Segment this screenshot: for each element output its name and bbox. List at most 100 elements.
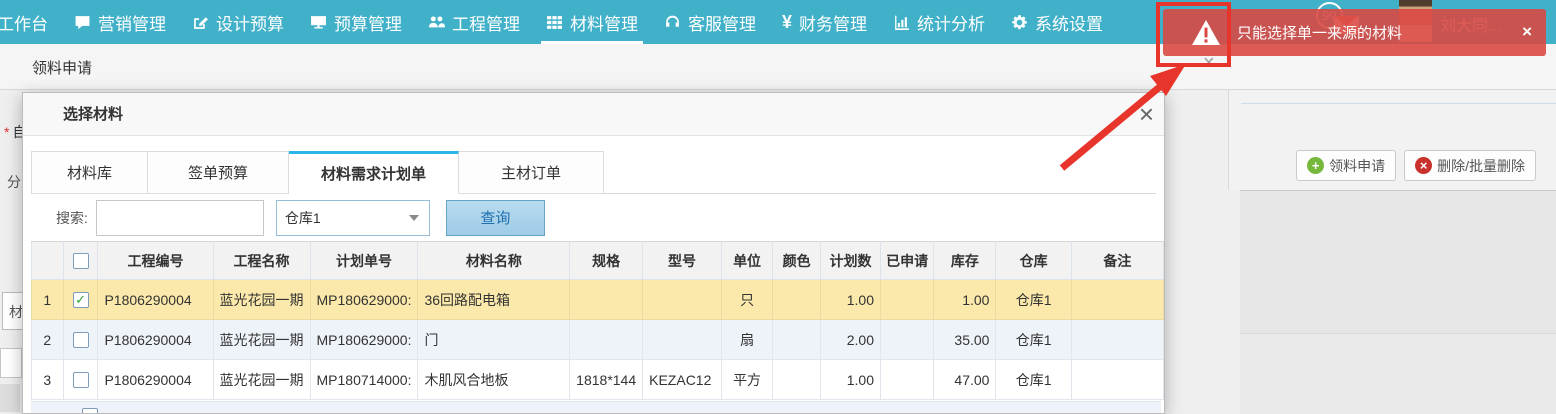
nav-item-label: 设计预算 bbox=[216, 10, 284, 35]
nav-item-customer-service[interactable]: 客服管理 bbox=[651, 0, 769, 44]
row-checkbox[interactable] bbox=[82, 408, 98, 414]
nav-item-budget[interactable]: 预算管理 bbox=[297, 0, 415, 44]
query-button[interactable]: 查询 bbox=[446, 200, 545, 236]
table-header-cell: 工程名称 bbox=[213, 242, 310, 280]
annotation-highlight-box bbox=[1156, 2, 1231, 67]
nav-item-label: 客服管理 bbox=[688, 10, 756, 35]
table-cell: 只 bbox=[721, 280, 772, 320]
table-cell: 1.00 bbox=[934, 280, 996, 320]
table-cell bbox=[773, 320, 821, 360]
toast-close-icon[interactable]: × bbox=[1522, 22, 1532, 42]
gear-icon bbox=[1011, 14, 1028, 31]
required-star: * bbox=[4, 124, 9, 140]
nav-item-engineering[interactable]: 工程管理 bbox=[415, 0, 533, 44]
row-checkbox[interactable]: ✓ bbox=[73, 292, 89, 308]
dialog-tab-3[interactable]: 主材订单 bbox=[459, 151, 604, 194]
table-row[interactable]: 1✓P1806290004蓝光花园一期MP180629000:36回路配电箱只1… bbox=[32, 280, 1164, 320]
row-checkbox[interactable] bbox=[73, 332, 89, 348]
dialog-tab-0[interactable]: 材料库 bbox=[31, 151, 148, 194]
nav-item-label: 财务管理 bbox=[799, 10, 867, 35]
search-label: 搜索: bbox=[56, 208, 88, 228]
dialog-close-icon[interactable]: × bbox=[1139, 101, 1154, 127]
nav-item-design-budget[interactable]: 设计预算 bbox=[179, 0, 297, 44]
material-request-button[interactable]: + 领料申请 bbox=[1296, 150, 1396, 181]
chat-icon bbox=[74, 14, 91, 31]
background-grid-area bbox=[1240, 190, 1556, 414]
warehouse-select[interactable]: 仓库1 bbox=[276, 200, 430, 236]
delete-batch-button-label: 删除/批量删除 bbox=[1437, 156, 1525, 176]
table-cell bbox=[881, 280, 934, 320]
nav-item-materials[interactable]: 材料管理 bbox=[533, 0, 651, 44]
table-cell: 蓝光花园一期 bbox=[213, 320, 310, 360]
table-cell: 仓库1 bbox=[996, 320, 1071, 360]
col-select-all bbox=[63, 242, 98, 280]
monitor-icon bbox=[310, 14, 327, 31]
table-cell: 1.00 bbox=[821, 360, 881, 400]
row-checkbox-cell bbox=[63, 360, 98, 400]
nav-item-finance[interactable]: ¥ 财务管理 bbox=[769, 0, 880, 44]
table-cell: MP180629000: bbox=[310, 280, 418, 320]
nav-item-label: 工程管理 bbox=[452, 10, 520, 35]
table-cell: P1806290004 bbox=[98, 360, 213, 400]
table-cell: MP180629000: bbox=[310, 320, 418, 360]
nav-item-settings[interactable]: 系统设置 bbox=[998, 0, 1116, 44]
nav-item-label: 营销管理 bbox=[98, 10, 166, 35]
table-header-cell: 计划单号 bbox=[310, 242, 418, 280]
table-cell: 木肌风合地板 bbox=[418, 360, 570, 400]
col-row-number bbox=[32, 242, 64, 280]
nav-item-marketing[interactable]: 营销管理 bbox=[61, 0, 179, 44]
table-cell: P1806290004 bbox=[98, 320, 213, 360]
table-cell: 2.00 bbox=[821, 320, 881, 360]
table-header-row: 工程编号工程名称计划单号材料名称规格型号单位颜色计划数已申请库存仓库备注 bbox=[32, 242, 1164, 280]
table-cell bbox=[773, 280, 821, 320]
table-cell: KEZAC12 bbox=[643, 360, 722, 400]
divider bbox=[1241, 103, 1556, 104]
table-header-cell: 已申请 bbox=[881, 242, 934, 280]
row-checkbox[interactable] bbox=[73, 372, 89, 388]
search-row: 搜索: 仓库1 查询 bbox=[31, 194, 1156, 241]
nav-item-label: 预算管理 bbox=[334, 10, 402, 35]
table-header-cell: 规格 bbox=[570, 242, 643, 280]
nav-item-statistics[interactable]: 统计分析 bbox=[880, 0, 998, 44]
background-toolbar-area: + 领料申请 × 删除/批量删除 bbox=[1228, 90, 1556, 190]
edit-icon bbox=[192, 14, 209, 31]
nav-menu: 工作台 营销管理 设计预算 预算管理 工程管理材料管理 客服管理 ¥ 财务管理统计分析系统设置 bbox=[0, 0, 1116, 44]
table-row[interactable]: 3P1806290004蓝光花园一期MP180714000:木肌风合地板1818… bbox=[32, 360, 1164, 400]
chevron-down-icon bbox=[409, 215, 419, 221]
nav-item-label: 工作台 bbox=[0, 10, 48, 35]
table-row-partial bbox=[31, 401, 1161, 414]
table-header-cell: 颜色 bbox=[773, 242, 821, 280]
table-header-cell: 型号 bbox=[643, 242, 722, 280]
table-row[interactable]: 2P1806290004蓝光花园一期MP180629000:门扇2.0035.0… bbox=[32, 320, 1164, 360]
select-material-dialog: 选择材料 × 材料库签单预算材料需求计划单主材订单 搜索: 仓库1 查询 工程编… bbox=[22, 92, 1165, 414]
dialog-tab-1[interactable]: 签单预算 bbox=[148, 151, 289, 194]
table-cell bbox=[643, 320, 722, 360]
delete-batch-button[interactable]: × 删除/批量删除 bbox=[1404, 150, 1536, 181]
table-cell: 35.00 bbox=[934, 320, 996, 360]
table-cell bbox=[773, 360, 821, 400]
table-header-cell: 材料名称 bbox=[418, 242, 570, 280]
row-number: 3 bbox=[32, 360, 64, 400]
table-cell: 扇 bbox=[721, 320, 772, 360]
dialog-title: 选择材料 bbox=[23, 93, 1164, 136]
table-cell bbox=[570, 320, 643, 360]
search-input[interactable] bbox=[96, 200, 264, 236]
table-cell bbox=[881, 320, 934, 360]
select-all-checkbox[interactable] bbox=[73, 253, 89, 269]
chart-icon bbox=[893, 14, 910, 31]
table-cell bbox=[1071, 360, 1163, 400]
table-cell: 蓝光花园一期 bbox=[213, 360, 310, 400]
row-checkbox-cell: ✓ bbox=[63, 280, 98, 320]
material-request-button-label: 领料申请 bbox=[1329, 156, 1385, 176]
plus-icon: + bbox=[1307, 157, 1324, 174]
dialog-tab-2[interactable]: 材料需求计划单 bbox=[289, 151, 459, 194]
users-icon bbox=[428, 14, 445, 31]
table-cell: P1806290004 bbox=[98, 280, 213, 320]
background-box-fragment-2 bbox=[0, 384, 20, 412]
table-cell: 平方 bbox=[721, 360, 772, 400]
table-cell: 47.00 bbox=[934, 360, 996, 400]
page-tab-material-request[interactable]: 领料申请 bbox=[32, 57, 92, 78]
yuan-icon: ¥ bbox=[782, 12, 792, 33]
nav-item-workbench[interactable]: 工作台 bbox=[0, 0, 61, 44]
background-content-panel: + 领料申请 × 删除/批量删除 bbox=[1228, 90, 1556, 414]
